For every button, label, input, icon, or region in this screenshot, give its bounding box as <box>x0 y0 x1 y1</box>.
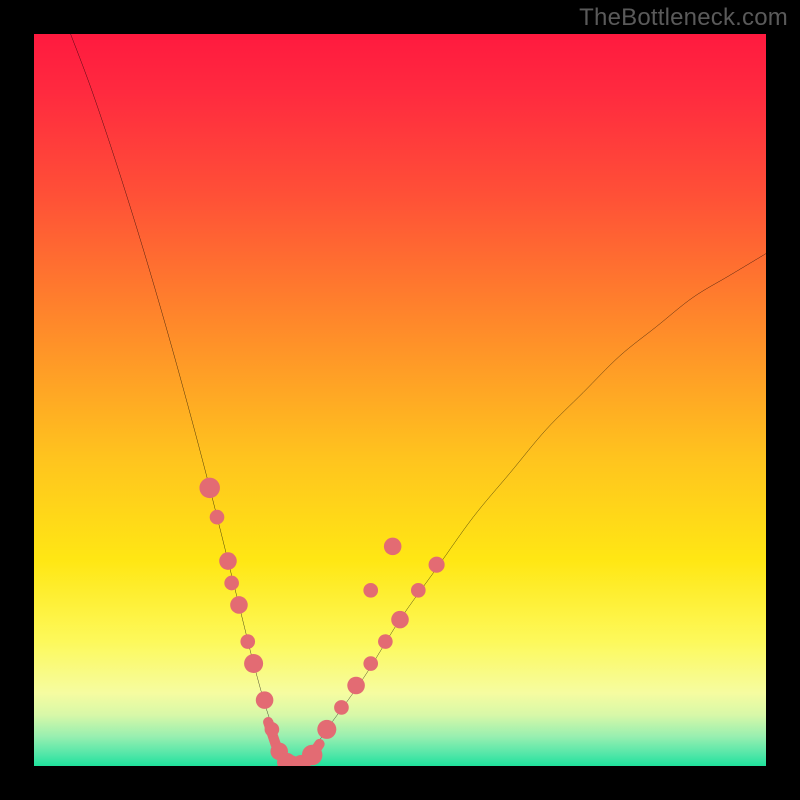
curve-layer <box>34 34 766 766</box>
plot-area <box>34 34 766 766</box>
marker-dot <box>384 538 402 556</box>
markers-group <box>199 478 444 766</box>
bottleneck-curve <box>71 34 766 766</box>
marker-dot <box>391 611 409 629</box>
marker-dot <box>317 720 336 739</box>
marker-dot <box>363 656 378 671</box>
marker-dot <box>240 634 255 649</box>
marker-dot <box>334 700 349 715</box>
chart-frame: TheBottleneck.com <box>0 0 800 800</box>
marker-dot <box>199 478 219 498</box>
marker-dot <box>210 510 225 525</box>
watermark-text: TheBottleneck.com <box>579 4 788 32</box>
marker-dot <box>302 745 322 765</box>
marker-dot <box>265 722 280 737</box>
marker-dot <box>429 557 445 573</box>
marker-dot <box>378 634 393 649</box>
marker-dot <box>347 677 365 695</box>
marker-dot <box>411 583 426 598</box>
marker-dot <box>256 691 274 709</box>
marker-dot <box>363 583 378 598</box>
marker-dot <box>230 596 248 614</box>
marker-dot <box>224 576 239 591</box>
marker-dot <box>244 654 263 673</box>
marker-dot <box>219 552 237 570</box>
